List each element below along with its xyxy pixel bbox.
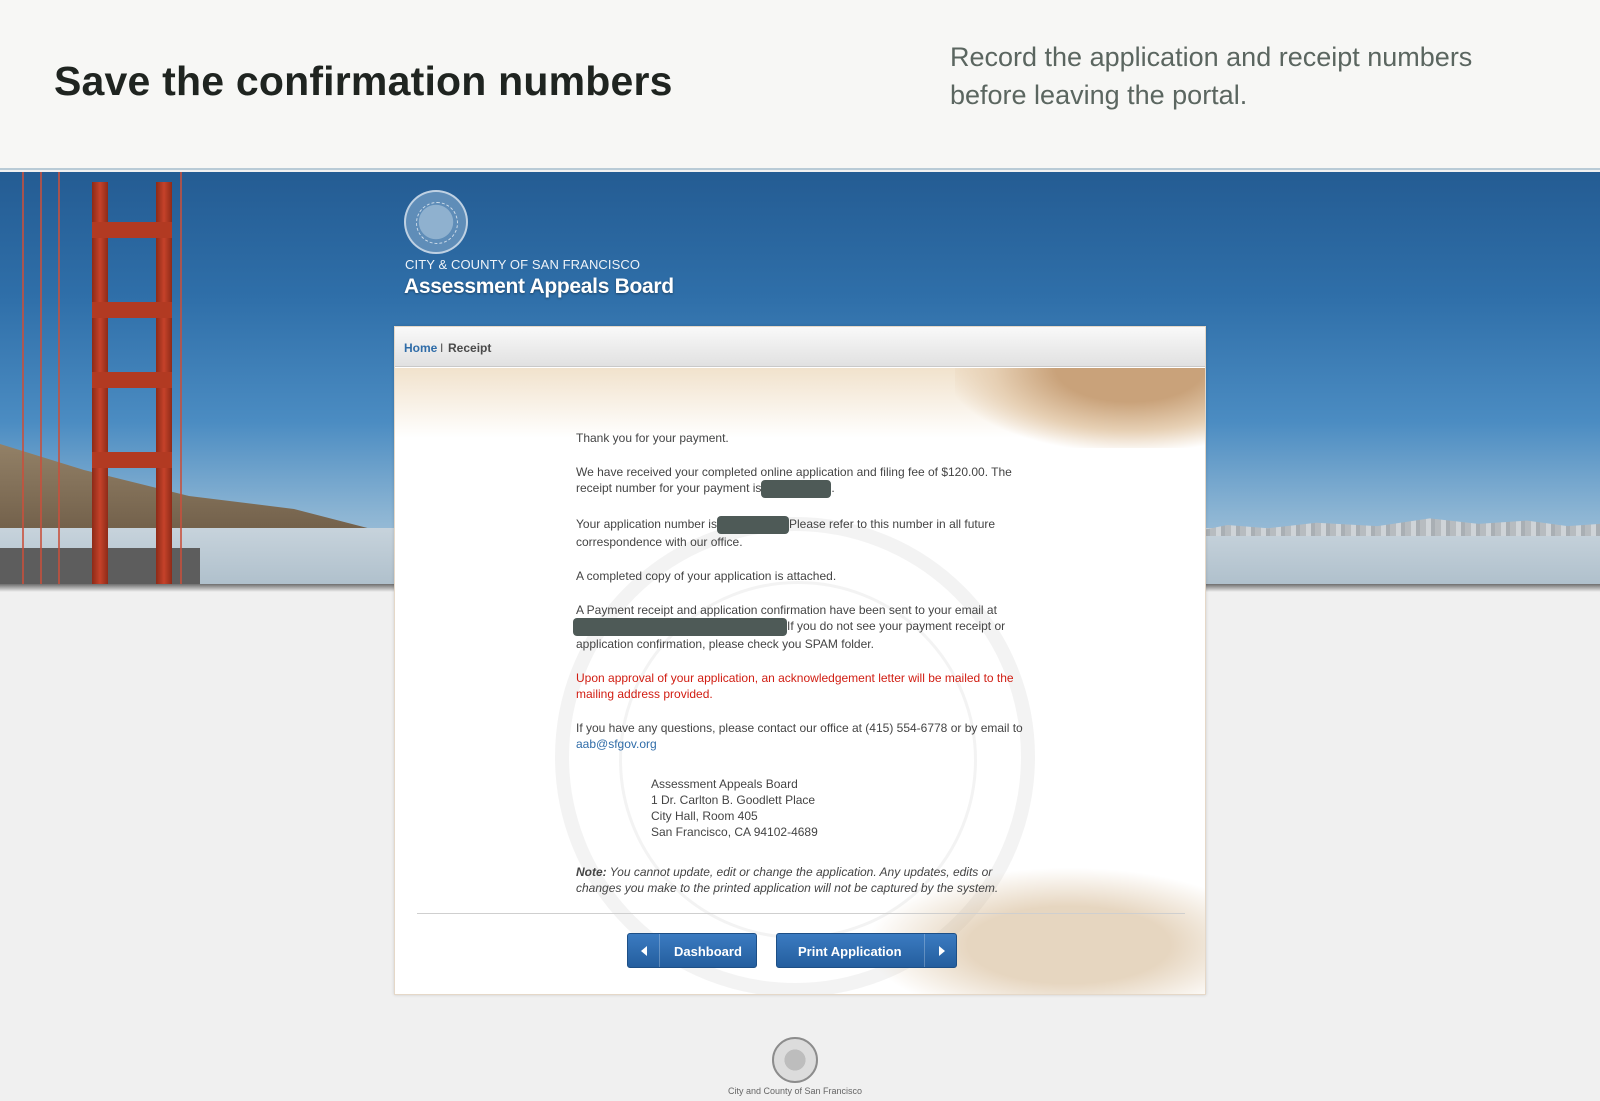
note-text: Note: You cannot update, edit or change … [576,865,999,895]
bridge-cable [40,172,42,588]
breadcrumb-current: Receipt [448,341,492,355]
print-application-button[interactable]: Print Application [776,933,957,968]
button-divider [417,913,1185,914]
address-line: Assessment Appeals Board [651,777,798,791]
thanks-text: Thank you for your payment. [576,431,729,445]
note-label: Note: [576,865,607,879]
city-seal-logo [404,190,468,254]
bridge-tower [92,182,172,588]
received-text: We have received your completed online a… [576,464,1026,498]
receipt-panel: Home I Receipt Thank you for your paymen… [394,326,1206,995]
address-line: 1 Dr. Carlton B. Goodlett Place [651,793,816,807]
footer-seal-logo [772,1037,818,1083]
bridge-cable [22,172,24,588]
application-number-text: Your application number is Please refer t… [576,516,996,549]
address-line: San Francisco, CA 94102-4689 [651,825,818,839]
email-address-redacted [573,618,787,636]
bridge-cable [180,172,182,588]
address-line: City Hall, Room 405 [651,809,758,823]
dashboard-button-label: Dashboard [674,944,742,959]
chevron-right-icon [924,934,956,967]
breadcrumb-home-link[interactable]: Home [404,341,437,355]
footer-text: City and County of San Francisco [727,1086,863,1096]
receipt-content: Thank you for your payment. We have rece… [573,430,1026,914]
questions-text: If you have any questions, please contac… [576,721,1023,751]
print-button-label: Print Application [798,944,902,959]
bridge-cable [58,172,60,588]
org-name: Assessment Appeals Board [404,275,674,298]
caption-description: Record the application and receipt numbe… [950,42,1473,110]
breadcrumb: Home I Receipt [395,327,1205,367]
email-sent-text: A Payment receipt and application confir… [573,602,1026,652]
application-number-redacted [716,516,789,534]
mailing-address: Assessment Appeals Board 1 Dr. Carlton B… [651,776,1026,840]
org-line: CITY & COUNTY OF SAN FRANCISCO [405,257,641,272]
banner-skyline [1195,518,1600,536]
dashboard-button[interactable]: Dashboard [627,933,757,968]
copy-attached-text: A completed copy of your application is … [576,569,837,583]
instruction-caption: Save the confirmation numbers Record the… [0,0,1600,170]
receipt-number-redacted [761,480,832,498]
contact-email-link[interactable]: aab@sfgov.org [576,737,657,751]
approval-notice: Upon approval of your application, an ac… [576,671,1014,701]
caption-title: Save the confirmation numbers [54,58,673,104]
chevron-left-icon [628,934,660,967]
breadcrumb-separator: I [440,341,444,355]
